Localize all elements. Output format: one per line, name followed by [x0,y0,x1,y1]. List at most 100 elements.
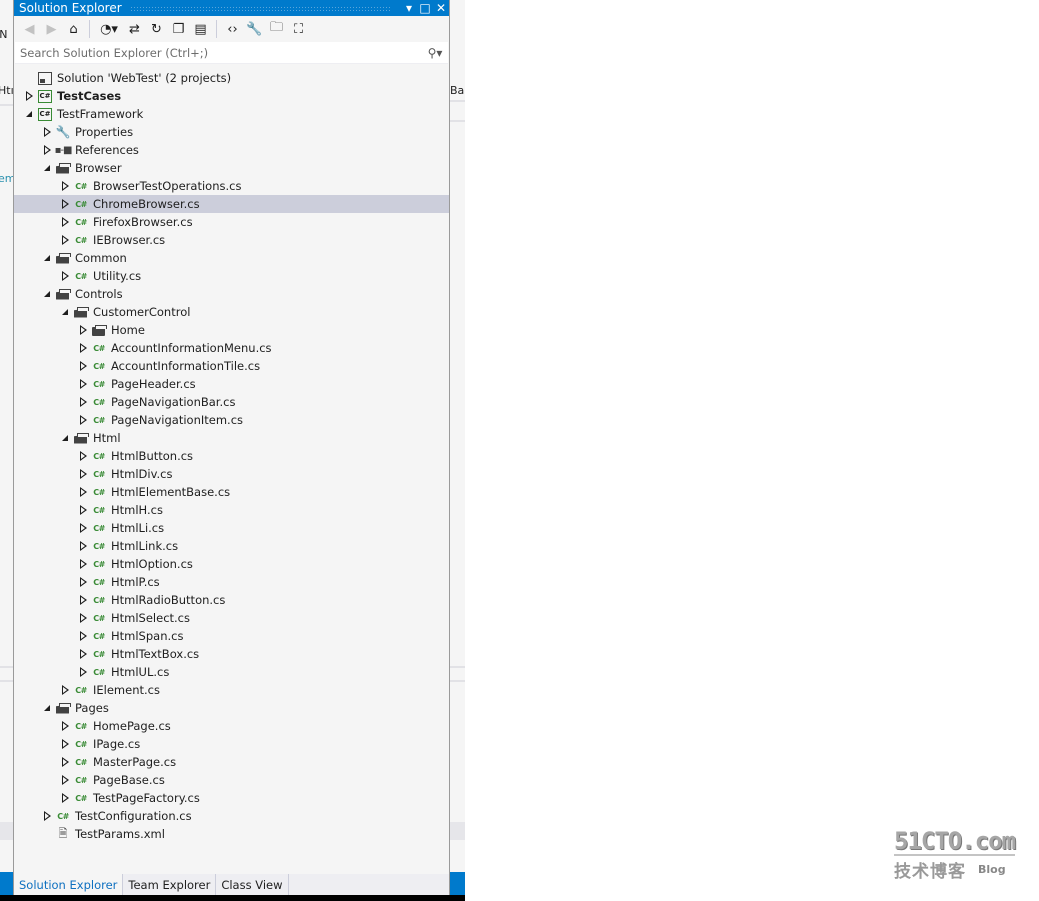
tree-item[interactable]: C# HtmlOption.cs [14,555,449,573]
tree-item[interactable]: C# HtmlRadioButton.cs [14,591,449,609]
expand-arrow-icon[interactable] [58,681,72,699]
expand-arrow-icon[interactable] [58,231,72,249]
expand-arrow-icon[interactable] [58,195,72,213]
forward-button[interactable]: ▶ [42,20,61,39]
tree-item[interactable]: C# HtmlSelect.cs [14,609,449,627]
tree-item[interactable]: C# HtmlP.cs [14,573,449,591]
tree-item[interactable]: C# HtmlUL.cs [14,663,449,681]
preview-selected-items-button[interactable]: 🗀 [267,20,286,39]
maximize-button[interactable]: □ [417,1,433,15]
tree-item[interactable]: C# HtmlButton.cs [14,447,449,465]
expand-arrow-icon[interactable] [76,375,90,393]
expand-arrow-icon[interactable] [76,645,90,663]
tree-item[interactable]: C# Utility.cs [14,267,449,285]
panel-title-bar[interactable]: Solution Explorer ▾ □ ✕ [14,0,449,16]
expand-arrow-icon[interactable] [76,573,90,591]
search-input[interactable] [20,45,422,60]
expand-arrow-icon[interactable] [76,555,90,573]
expand-arrow-icon[interactable] [76,519,90,537]
sync-with-active-document-button[interactable]: ⇄ [125,20,144,39]
expand-arrow-icon[interactable] [76,411,90,429]
tree-item[interactable]: C# TestPageFactory.cs [14,789,449,807]
close-button[interactable]: ✕ [433,1,449,15]
collapse-all-button[interactable]: ❐ [169,20,188,39]
expand-arrow-icon[interactable] [76,663,90,681]
tree-item[interactable]: C# TestFramework [14,105,449,123]
expand-arrow-icon[interactable] [40,123,54,141]
expand-arrow-icon[interactable] [58,771,72,789]
tree-item[interactable]: Html [14,429,449,447]
tree-item[interactable]: C# TestConfiguration.cs [14,807,449,825]
tree-item[interactable]: Pages [14,699,449,717]
tab-class-view[interactable]: Class View [216,874,289,895]
tree-item[interactable]: C# HtmlDiv.cs [14,465,449,483]
collapse-arrow-icon[interactable] [40,159,54,177]
tree-item[interactable]: Home [14,321,449,339]
show-all-files-button[interactable]: ▤ [191,20,210,39]
pending-changes-filter-button[interactable]: ◔▾ [96,20,122,39]
tree-item[interactable]: C# PageNavigationBar.cs [14,393,449,411]
tree-item[interactable]: C# PageNavigationItem.cs [14,411,449,429]
view-class-diagram-button[interactable]: ⛶ [289,20,308,39]
expand-arrow-icon[interactable] [76,357,90,375]
tree-item[interactable]: C# HtmlElementBase.cs [14,483,449,501]
expand-arrow-icon[interactable] [76,393,90,411]
tree-item[interactable]: C# MasterPage.cs [14,753,449,771]
expand-arrow-icon[interactable] [40,807,54,825]
tree-item[interactable]: C# AccountInformationTile.cs [14,357,449,375]
tab-team-explorer[interactable]: Team Explorer [123,874,217,895]
collapse-arrow-icon[interactable] [40,249,54,267]
expand-arrow-icon[interactable] [76,339,90,357]
tree-item[interactable]: 🗎 TestParams.xml [14,825,449,843]
tab-solution-explorer[interactable]: Solution Explorer [14,874,124,895]
expand-arrow-icon[interactable] [58,735,72,753]
expand-arrow-icon[interactable] [58,753,72,771]
tree-item[interactable]: C# IPage.cs [14,735,449,753]
expand-arrow-icon[interactable] [58,213,72,231]
tree-item[interactable]: Browser [14,159,449,177]
expand-arrow-icon[interactable] [58,267,72,285]
tree-item[interactable]: C# PageHeader.cs [14,375,449,393]
search-box[interactable]: ⚲▾ [15,42,448,64]
back-button[interactable]: ◀ [20,20,39,39]
tree-item[interactable]: C# ChromeBrowser.cs [14,195,449,213]
collapse-arrow-icon[interactable] [40,699,54,717]
refresh-button[interactable]: ↻ [147,20,166,39]
tree-item[interactable]: ▪-■ References [14,141,449,159]
tree-item[interactable]: C# HtmlH.cs [14,501,449,519]
tree-item[interactable]: C# AccountInformationMenu.cs [14,339,449,357]
properties-button[interactable]: 🔧 [245,20,264,39]
expand-arrow-icon[interactable] [76,609,90,627]
tree-item[interactable]: C# HtmlSpan.cs [14,627,449,645]
tree-item[interactable]: C# BrowserTestOperations.cs [14,177,449,195]
expand-arrow-icon[interactable] [76,465,90,483]
collapse-arrow-icon[interactable] [40,285,54,303]
expand-arrow-icon[interactable] [76,591,90,609]
expand-arrow-icon[interactable] [58,789,72,807]
expand-arrow-icon[interactable] [76,447,90,465]
window-position-dropdown[interactable]: ▾ [401,1,417,15]
tree-item[interactable]: C# HtmlTextBox.cs [14,645,449,663]
drag-grip[interactable] [129,5,391,11]
tree-item[interactable]: Solution 'WebTest' (2 projects) [14,69,449,87]
view-code-button[interactable]: ‹› [223,20,242,39]
expand-arrow-icon[interactable] [76,483,90,501]
tree-item[interactable]: C# HtmlLink.cs [14,537,449,555]
tree-item[interactable]: C# TestCases [14,87,449,105]
collapse-arrow-icon[interactable] [58,303,72,321]
tree-item[interactable]: C# IElement.cs [14,681,449,699]
tree-item[interactable]: C# FirefoxBrowser.cs [14,213,449,231]
collapse-arrow-icon[interactable] [58,429,72,447]
collapse-arrow-icon[interactable] [22,105,36,123]
home-button[interactable]: ⌂ [64,20,83,39]
expand-arrow-icon[interactable] [22,87,36,105]
expand-arrow-icon[interactable] [76,321,90,339]
expand-arrow-icon[interactable] [76,501,90,519]
tree-item[interactable]: 🔧 Properties [14,123,449,141]
tree-item[interactable]: Common [14,249,449,267]
tree-item[interactable]: C# HomePage.cs [14,717,449,735]
search-options-button[interactable]: ⚲▾ [422,46,448,60]
tree-item[interactable]: Controls [14,285,449,303]
tree-item[interactable]: C# IEBrowser.cs [14,231,449,249]
expand-arrow-icon[interactable] [76,537,90,555]
